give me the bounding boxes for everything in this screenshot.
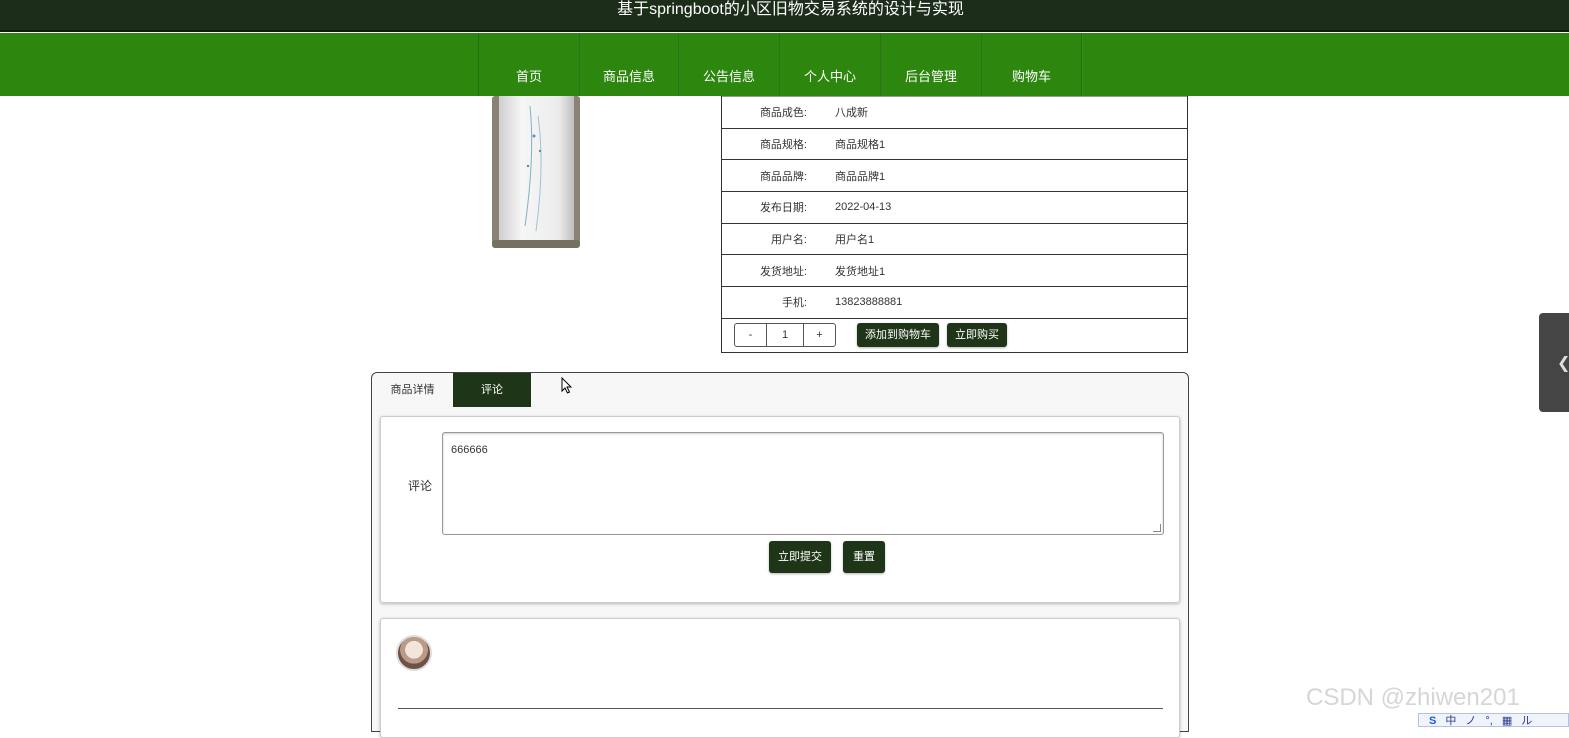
- ime-logo-icon[interactable]: S: [1429, 714, 1436, 727]
- ime-punct[interactable]: °,: [1485, 714, 1492, 727]
- avatar: [396, 635, 432, 671]
- quantity-input[interactable]: 1: [766, 324, 804, 347]
- info-value: 商品品牌1: [835, 170, 886, 183]
- top-title-bar: 基于springboot的小区旧物交易系统的设计与实现: [0, 0, 1569, 32]
- mouse-cursor-icon: [561, 377, 573, 394]
- info-label: 商品规格:: [759, 139, 807, 152]
- info-row: 用户名: 用户名1: [722, 222, 1187, 255]
- detail-tabs-panel: 商品详情 评论 评论 666666 立即提交 重置: [371, 372, 1189, 738]
- quantity-stepper: - 1 +: [734, 323, 836, 348]
- nav-item-products[interactable]: 商品信息: [579, 33, 678, 96]
- nav-menu: 首页 商品信息 公告信息 个人中心 后台管理 购物车: [478, 33, 1082, 96]
- ime-keyboard-icon[interactable]: ▦: [1502, 714, 1512, 727]
- info-value: 商品规格1: [835, 139, 886, 152]
- comment-text: 666666: [451, 444, 488, 456]
- page-title: 基于springboot的小区旧物交易系统的设计与实现: [617, 1, 964, 18]
- info-label: 用户名:: [770, 234, 807, 247]
- info-row: 商品品牌: 商品品牌1: [722, 159, 1187, 191]
- ime-symbol[interactable]: ノ: [1465, 714, 1476, 727]
- side-panel-handle[interactable]: ❮: [1539, 313, 1569, 412]
- comment-item: [380, 618, 1180, 738]
- tab-comments[interactable]: 评论: [453, 373, 531, 407]
- comment-form: 评论 666666 立即提交 重置: [380, 416, 1180, 603]
- info-row: 商品规格: 商品规格1: [722, 127, 1187, 160]
- info-label: 发布日期:: [759, 202, 807, 215]
- info-value: 用户名1: [835, 234, 875, 247]
- chevron-left-icon: ❮: [1557, 353, 1569, 373]
- info-label: 发货地址:: [759, 265, 807, 278]
- comment-textarea[interactable]: 666666: [442, 432, 1164, 535]
- nav-item-cart[interactable]: 购物车: [981, 33, 1082, 96]
- info-value: 13823888881: [835, 296, 903, 309]
- nav-item-admin[interactable]: 后台管理: [880, 33, 981, 96]
- nav-item-home[interactable]: 首页: [478, 33, 579, 96]
- comment-divider: [398, 708, 1163, 709]
- quantity-minus-button[interactable]: -: [735, 324, 766, 346]
- ime-toolbar: S 中 ノ °, ▦ ル: [1418, 713, 1569, 727]
- quantity-plus-button[interactable]: +: [804, 324, 835, 346]
- purchase-row: - 1 + 添加到购物车 立即购买: [722, 317, 1187, 352]
- info-row: 发货地址: 发货地址1: [722, 254, 1187, 286]
- resize-grip-icon[interactable]: [1153, 524, 1161, 532]
- nav-item-profile[interactable]: 个人中心: [779, 33, 880, 96]
- buy-now-button[interactable]: 立即购买: [947, 323, 1007, 348]
- info-label: 商品成色:: [759, 107, 807, 120]
- reset-button[interactable]: 重置: [843, 541, 885, 573]
- product-image: [490, 96, 582, 252]
- info-label: 商品品牌:: [759, 170, 807, 183]
- submit-button[interactable]: 立即提交: [769, 541, 831, 573]
- info-label: 手机:: [781, 297, 807, 310]
- tab-product-details[interactable]: 商品详情: [372, 373, 453, 407]
- info-value: 八成新: [835, 107, 868, 120]
- info-value: 2022-04-13: [835, 201, 892, 214]
- tab-bar: 商品详情 评论: [372, 373, 1188, 407]
- info-row: 商品成色: 八成新: [722, 96, 1187, 128]
- nav-item-notices[interactable]: 公告信息: [678, 33, 779, 96]
- comment-label: 评论: [408, 479, 433, 493]
- watermark: CSDN @zhiwen201: [1306, 684, 1520, 711]
- ime-more[interactable]: ル: [1521, 714, 1532, 727]
- product-info-table: 商品成色: 八成新 商品规格: 商品规格1 商品品牌: 商品品牌1 发布日期: …: [721, 96, 1188, 353]
- main-navbar: 首页 商品信息 公告信息 个人中心 后台管理 购物车: [0, 33, 1569, 96]
- info-value: 发货地址1: [835, 265, 886, 278]
- add-to-cart-button[interactable]: 添加到购物车: [857, 323, 939, 348]
- ime-mode[interactable]: 中: [1445, 714, 1456, 727]
- info-row: 发布日期: 2022-04-13: [722, 191, 1187, 223]
- info-row: 手机: 13823888881: [722, 286, 1187, 318]
